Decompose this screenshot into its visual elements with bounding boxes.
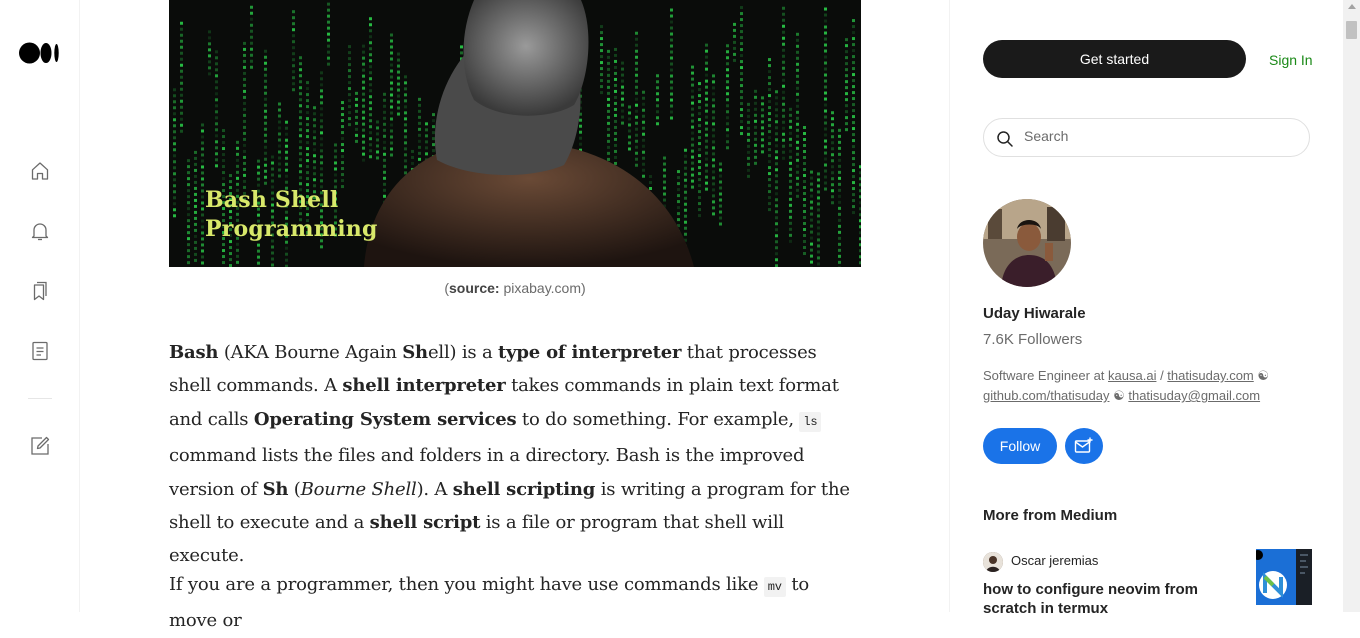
bio-separator: /: [1156, 368, 1167, 383]
stories-icon[interactable]: [28, 339, 52, 363]
sign-in-link[interactable]: Sign In: [1269, 52, 1313, 68]
recommendation-title[interactable]: how to configure neovim from scratch in …: [983, 580, 1243, 618]
paragraph-text: If you are a programmer, then you might …: [169, 574, 764, 595]
bold-text: Operating System services: [254, 409, 517, 430]
rail-divider: [28, 398, 52, 399]
paragraph-text: to do something. For example,: [516, 409, 799, 430]
paragraph-text: (: [288, 479, 300, 500]
caption-source-label: source:: [449, 280, 500, 296]
hero-title-line1: Bash Shell: [205, 186, 378, 215]
scroll-up-arrow-icon[interactable]: [1348, 4, 1356, 9]
caption-source-value: pixabay.com): [500, 280, 586, 296]
paragraph-text: ell) is a: [428, 342, 498, 363]
hero-image: Bash Shell Programming: [169, 0, 861, 267]
bold-text: shell script: [370, 512, 481, 533]
bold-text: shell interpreter: [342, 375, 505, 396]
author-name[interactable]: Uday Hiwarale: [983, 305, 1086, 322]
bio-link-kausa[interactable]: kausa.ai: [1108, 368, 1156, 383]
bio-link-github[interactable]: github.com/thatisuday: [983, 388, 1109, 403]
bold-text: Bash: [169, 342, 218, 363]
bold-text: type of interpreter: [498, 342, 681, 363]
paragraph-programmer: If you are a programmer, then you might …: [169, 568, 861, 638]
search-input[interactable]: [1022, 127, 1296, 145]
search-box[interactable]: [983, 118, 1310, 157]
author-bio: Software Engineer at kausa.ai / thatisud…: [983, 366, 1313, 406]
medium-logo[interactable]: [19, 42, 61, 64]
bio-separator: ☯: [1109, 388, 1128, 403]
image-caption: (source: pixabay.com): [169, 280, 861, 296]
paragraph-text: ). A: [417, 479, 453, 500]
recommendation-thumbnail[interactable]: [1256, 549, 1312, 605]
inline-code: ls: [799, 412, 821, 432]
paragraph-bash-intro: Bash (AKA Bourne Again Shell) is a type …: [169, 336, 861, 573]
search-icon: [996, 130, 1014, 148]
inline-code: mv: [764, 577, 786, 597]
bio-link-email[interactable]: thatisuday@gmail.com: [1128, 388, 1260, 403]
hero-title-text: Bash Shell Programming: [205, 186, 378, 244]
author-followers[interactable]: 7.6K Followers: [983, 331, 1082, 348]
paragraph-text: (AKA Bourne Again: [218, 342, 402, 363]
scrollbar-thumb[interactable]: [1346, 21, 1357, 39]
hero-title-line2: Programming: [205, 215, 378, 244]
right-sidebar: Get started Sign In Uday Hiwarale 7.6K F…: [949, 0, 1344, 612]
bold-text: Sh: [402, 342, 428, 363]
bio-link-website[interactable]: thatisuday.com: [1167, 368, 1253, 383]
bio-separator: ☯: [1254, 368, 1269, 383]
author-avatar[interactable]: [983, 199, 1071, 287]
left-navigation-rail: [0, 0, 80, 612]
get-started-button[interactable]: Get started: [983, 40, 1246, 78]
bold-text: Sh: [263, 479, 289, 500]
recommendation-author-avatar[interactable]: [983, 552, 1003, 572]
recommendation-author-name[interactable]: Oscar jeremias: [1011, 553, 1098, 568]
home-icon[interactable]: [28, 159, 52, 183]
mail-plus-icon: [1074, 436, 1094, 456]
bookmarks-icon[interactable]: [28, 279, 52, 303]
subscribe-email-button[interactable]: [1065, 428, 1103, 464]
page-scrollbar[interactable]: [1343, 0, 1360, 612]
notifications-bell-icon[interactable]: [28, 219, 52, 243]
write-icon[interactable]: [28, 434, 52, 458]
italic-text: Bourne Shell: [301, 479, 417, 500]
more-from-medium-heading: More from Medium: [983, 507, 1117, 524]
bold-text: shell scripting: [453, 479, 595, 500]
follow-button[interactable]: Follow: [983, 428, 1057, 464]
bio-text: Software Engineer at: [983, 368, 1108, 383]
